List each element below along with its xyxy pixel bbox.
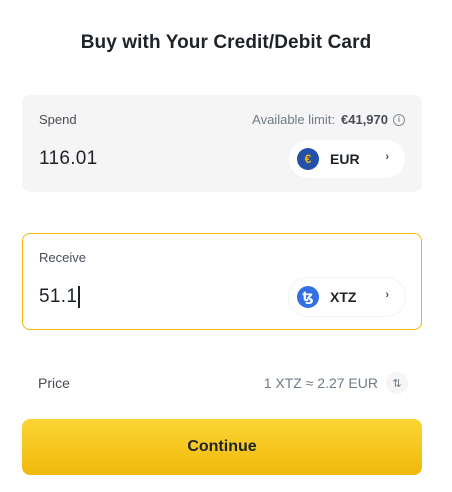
page-title: Buy with Your Credit/Debit Card: [80, 32, 372, 53]
spend-amount-value: 116.01: [39, 148, 98, 169]
receive-panel: Receive 51.1 ꜩ XTZ ›: [22, 233, 422, 330]
text-cursor: [78, 286, 80, 308]
continue-button[interactable]: Continue: [22, 419, 422, 475]
chevron-right-icon: ›: [385, 289, 389, 301]
receive-amount-input[interactable]: 51.1: [39, 286, 80, 308]
buy-crypto-page: Buy with Your Credit/Debit Card Spend Av…: [0, 0, 452, 492]
spend-currency-label: EUR: [330, 151, 360, 167]
spend-currency-select[interactable]: € EUR ›: [289, 140, 405, 178]
receive-label: Receive: [39, 250, 86, 265]
receive-currency-select[interactable]: ꜩ XTZ ›: [289, 278, 405, 316]
available-limit-value: €41,970: [341, 112, 388, 127]
available-limit: Available limit: €41,970 i: [252, 112, 405, 127]
info-icon[interactable]: i: [393, 113, 405, 126]
receive-currency-label: XTZ: [330, 289, 357, 305]
price-label: Price: [38, 375, 70, 391]
price-value: 1 XTZ ≈ 2.27 EUR: [263, 375, 378, 391]
euro-coin-icon: €: [297, 148, 319, 170]
available-limit-label: Available limit:: [252, 112, 335, 127]
price-info: 1 XTZ ≈ 2.27 EUR ⇅: [264, 372, 408, 394]
price-row: Price 1 XTZ ≈ 2.27 EUR ⇅: [38, 372, 408, 394]
spend-label: Spend: [39, 112, 77, 127]
tezos-coin-icon: ꜩ: [297, 286, 319, 308]
spend-panel: Spend Available limit: €41,970 i 116.01 …: [22, 95, 422, 192]
swap-direction-icon[interactable]: ⇅: [386, 372, 408, 394]
spend-amount-input[interactable]: 116.01: [39, 148, 98, 170]
receive-amount-value: 51.1: [39, 286, 78, 307]
chevron-right-icon: ›: [385, 151, 389, 163]
